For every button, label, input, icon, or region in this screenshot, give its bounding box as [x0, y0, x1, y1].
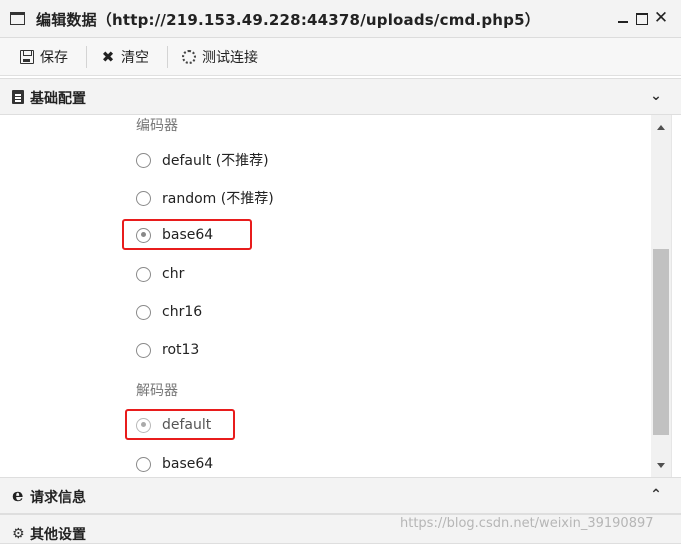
encoder-option-label: chr [162, 266, 185, 282]
toolbar: 保存 ✖ 清空 测试连接 [0, 38, 681, 76]
floppy-icon [20, 50, 34, 64]
scrollbar-thumb[interactable] [653, 249, 669, 435]
radio-button-selected[interactable] [136, 417, 151, 433]
radio-button[interactable] [136, 266, 151, 282]
decoder-option-label: base64 [162, 456, 214, 472]
x-icon: ✖ [101, 48, 115, 66]
encoder-option-label: rot13 [162, 342, 200, 358]
accordion-other-label: 其他设置 [30, 527, 86, 543]
toolbar-divider [86, 46, 87, 68]
test-connection-button[interactable]: 测试连接 [182, 38, 258, 76]
radio-button[interactable] [136, 304, 151, 320]
vertical-scrollbar[interactable] [651, 115, 671, 477]
test-connection-label: 测试连接 [202, 50, 258, 66]
minimize-icon[interactable] [614, 8, 632, 28]
encoder-option-chr[interactable]: chr [136, 262, 184, 286]
watermark-text: https://blog.csdn.net/weixin_39190897 [400, 516, 654, 531]
accordion-basic-label: 基础配置 [30, 91, 86, 107]
clear-button-label: 清空 [121, 50, 149, 66]
document-icon [12, 90, 24, 104]
chevron-up-icon[interactable]: ⌃ [648, 486, 664, 502]
close-icon[interactable]: ✕ [652, 8, 670, 28]
encoder-option-default[interactable]: default (不推荐) [136, 148, 269, 172]
decoder-option-base64[interactable]: base64 [136, 452, 213, 476]
radio-button-selected[interactable] [136, 227, 151, 243]
accordion-basic-config[interactable]: 基础配置 ⌄ [0, 78, 681, 115]
basic-config-panel: 编码器 default (不推荐) random (不推荐) base64 ch… [0, 115, 651, 477]
encoder-option-rot13[interactable]: rot13 [136, 338, 199, 362]
window-icon [10, 12, 25, 25]
radio-button[interactable] [136, 342, 151, 358]
encoder-label: 编码器 [136, 118, 178, 134]
clear-button[interactable]: ✖ 清空 [101, 38, 149, 76]
accordion-request-label: 请求信息 [30, 490, 86, 506]
radio-button[interactable] [136, 456, 151, 472]
encoder-option-label: base64 [162, 227, 214, 243]
decoder-option-default[interactable]: default [136, 413, 211, 437]
spinner-icon [182, 50, 196, 64]
ie-icon: e [12, 485, 24, 506]
toolbar-divider [167, 46, 168, 68]
maximize-icon[interactable] [633, 8, 651, 28]
window-title: 编辑数据（http://219.153.49.228:44378/uploads… [36, 11, 540, 29]
scroll-down-arrow-icon[interactable] [651, 457, 671, 475]
encoder-option-random[interactable]: random (不推荐) [136, 186, 274, 210]
encoder-option-base64[interactable]: base64 [136, 223, 213, 247]
chevron-down-icon[interactable]: ⌄ [648, 87, 664, 103]
decoder-option-label: default [162, 417, 212, 433]
scroll-up-arrow-icon[interactable] [651, 119, 671, 137]
encoder-option-chr16[interactable]: chr16 [136, 300, 202, 324]
encoder-option-label: chr16 [162, 304, 203, 320]
accordion-request-info[interactable]: e 请求信息 ⌃ [0, 477, 681, 514]
save-button-label: 保存 [40, 50, 68, 66]
panel-edge [671, 115, 681, 477]
save-button[interactable]: 保存 [20, 38, 68, 76]
radio-button[interactable] [136, 190, 151, 206]
window-titlebar: 编辑数据（http://219.153.49.228:44378/uploads… [0, 0, 681, 38]
encoder-option-label: random (不推荐) [162, 191, 274, 207]
decoder-label: 解码器 [136, 383, 178, 399]
encoder-option-label: default (不推荐) [162, 153, 269, 169]
radio-button[interactable] [136, 152, 151, 168]
gears-icon: ⚙ [12, 525, 25, 541]
